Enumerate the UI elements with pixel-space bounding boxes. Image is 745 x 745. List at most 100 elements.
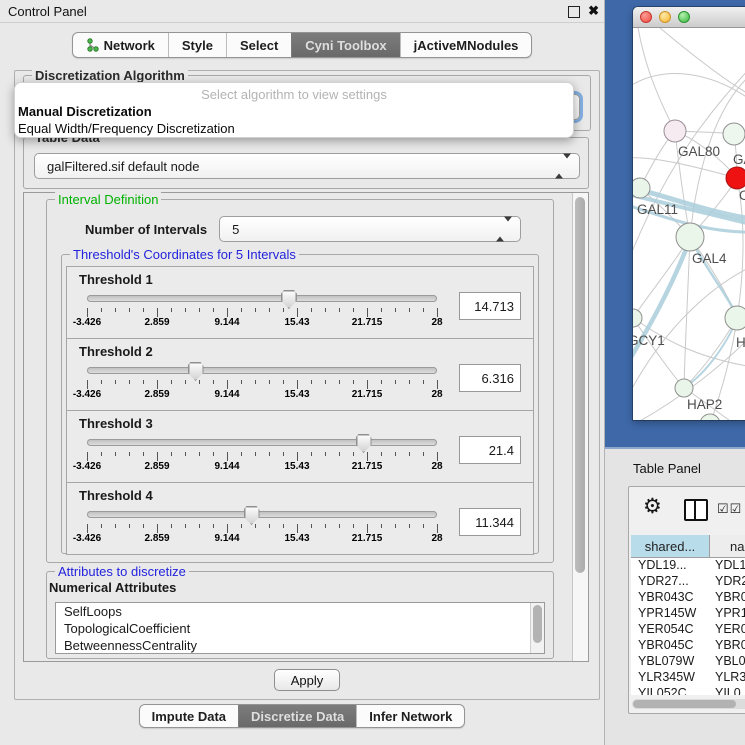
attributes-group-title: Attributes to discretize <box>55 564 189 579</box>
threshold-value-field[interactable]: 6.316 <box>459 364 521 392</box>
slider-track[interactable] <box>87 511 437 518</box>
tick-mark <box>115 524 116 528</box>
tick-mark <box>87 452 88 461</box>
table-data-combo[interactable]: galFiltered.sif default node <box>34 153 580 179</box>
network-node-label: C <box>739 188 745 203</box>
network-graph: GAL80GACGAL11GAL4GCY1HHAP2 <box>633 28 745 420</box>
tab-cyni-toolbox[interactable]: Cyni Toolbox <box>291 33 399 57</box>
select-columns-icon[interactable]: ☑☑ <box>717 501 742 517</box>
table-row[interactable]: YBL079WYBL0 <box>631 654 745 670</box>
network-canvas[interactable]: GAL80GACGAL11GAL4GCY1HHAP2 <box>633 28 745 420</box>
bottom-tabbar: Impute DataDiscretize DataInfer Network <box>0 704 604 728</box>
slider-track[interactable] <box>87 295 437 302</box>
tick-mark <box>157 452 158 461</box>
tab-select[interactable]: Select <box>226 33 291 57</box>
tab-network[interactable]: Network <box>73 33 168 57</box>
tick-mark <box>283 380 284 384</box>
attribute-list-item[interactable]: TopologicalCoefficient <box>56 620 544 637</box>
network-node[interactable] <box>633 178 650 198</box>
attributes-group: Attributes to discretize Numerical Attri… <box>46 571 554 659</box>
tab-label: Style <box>182 38 213 53</box>
popup-option[interactable]: Manual Discretization <box>15 103 573 120</box>
table-rows: YDL19...YDL1YDR27...YDR2YBR043CYBR0YPR14… <box>631 558 745 695</box>
numerical-attributes-list[interactable]: SelfLoopsTopologicalCoefficientBetweenne… <box>55 602 545 654</box>
vertical-scrollbar-thumb[interactable] <box>575 197 585 573</box>
slider-tick-labels: -3.4262.8599.14415.4321.71528 <box>87 389 437 401</box>
table-row[interactable]: YDR27...YDR2 <box>631 574 745 590</box>
network-edge <box>633 74 745 106</box>
discretization-group-title: Discretization Algorithm <box>32 68 188 83</box>
slider-track[interactable] <box>87 367 437 374</box>
table-row[interactable]: YLR345WYLR3 <box>631 670 745 686</box>
tab-jactivemnodules[interactable]: jActiveMNodules <box>400 33 532 57</box>
slider-ticks <box>87 522 437 532</box>
threshold-value-field[interactable]: 11.344 <box>459 508 521 536</box>
bottom-tab-impute-data[interactable]: Impute Data <box>140 705 238 727</box>
table-toolbar: ⚙ ☑☑ <box>629 487 745 533</box>
table-row[interactable]: YDL19...YDL1 <box>631 558 745 574</box>
tick-label: 9.144 <box>214 317 239 328</box>
minimize-traffic-light-icon[interactable] <box>659 11 671 23</box>
apply-button[interactable]: Apply <box>274 669 341 691</box>
network-node[interactable] <box>664 120 686 142</box>
network-node[interactable] <box>633 309 642 327</box>
tick-mark <box>87 380 88 389</box>
horizontal-scrollbar[interactable] <box>632 699 745 709</box>
network-node[interactable] <box>700 414 720 420</box>
threshold-label: Threshold 2 <box>79 344 523 359</box>
cell-shared-name: YER054C <box>631 622 709 638</box>
tick-mark <box>241 308 242 312</box>
threshold-panels: Threshold 1-3.4262.8599.14415.4321.71528… <box>66 267 534 555</box>
bottom-tab-infer-network[interactable]: Infer Network <box>356 705 464 727</box>
slider-track[interactable] <box>87 439 437 446</box>
vertical-scrollbar[interactable] <box>572 193 588 661</box>
list-scrollbar-thumb[interactable] <box>533 605 542 643</box>
tick-mark <box>227 452 228 461</box>
network-node[interactable] <box>725 306 745 330</box>
close-traffic-light-icon[interactable] <box>640 11 652 23</box>
tick-mark <box>199 308 200 312</box>
number-of-intervals-row: Number of Intervals 5 <box>65 216 537 242</box>
network-node-label: GAL80 <box>678 144 720 159</box>
gear-icon[interactable]: ⚙ <box>643 494 662 519</box>
table-row[interactable]: YER054CYER0 <box>631 622 745 638</box>
threshold-value-field[interactable]: 21.4 <box>459 436 521 464</box>
tick-label: 21.715 <box>352 461 383 472</box>
column-header-shared-name[interactable]: shared... <box>631 535 710 557</box>
threshold-value-field[interactable]: 14.713 <box>459 292 521 320</box>
zoom-traffic-light-icon[interactable] <box>678 11 690 23</box>
network-node[interactable] <box>723 123 745 145</box>
table-row[interactable]: YBR043CYBR0 <box>631 590 745 606</box>
node-table: shared... na YDL19...YDL1YDR27...YDR2YBR… <box>631 535 745 695</box>
column-header-name[interactable]: na <box>710 535 745 557</box>
tick-mark <box>311 308 312 312</box>
network-node[interactable] <box>675 379 693 397</box>
network-node[interactable] <box>726 167 745 189</box>
tab-style[interactable]: Style <box>168 33 226 57</box>
float-window-icon[interactable] <box>568 6 580 18</box>
cell-name: YER0 <box>709 622 745 638</box>
column-layout-icon[interactable] <box>684 499 708 521</box>
list-scrollbar[interactable] <box>530 603 544 653</box>
bottom-tab-discretize-data[interactable]: Discretize Data <box>238 705 356 727</box>
attribute-list-item[interactable]: BetweennessCentrality <box>56 637 544 654</box>
horizontal-scrollbar-thumb[interactable] <box>633 700 736 708</box>
bottom-tabs-segmented: Impute DataDiscretize DataInfer Network <box>139 704 466 728</box>
tick-mark <box>241 380 242 384</box>
attribute-list-item[interactable]: SelfLoops <box>56 603 544 620</box>
cell-shared-name: YPR145W <box>631 606 709 622</box>
tick-mark <box>255 452 256 456</box>
popup-option[interactable]: Equal Width/Frequency Discretization <box>15 120 573 137</box>
network-node[interactable] <box>676 223 704 251</box>
tick-label: 15.43 <box>284 533 309 544</box>
table-row[interactable]: YBR045CYBR0 <box>631 638 745 654</box>
tick-mark <box>157 308 158 317</box>
tick-mark <box>185 308 186 312</box>
number-of-intervals-combo[interactable]: 5 <box>219 216 521 242</box>
close-icon[interactable]: ✖ <box>588 3 599 19</box>
tick-mark <box>101 452 102 456</box>
table-row[interactable]: YIL052CYIL0 <box>631 686 745 695</box>
tick-mark <box>437 524 438 533</box>
table-row[interactable]: YPR145WYPR1 <box>631 606 745 622</box>
interval-definition-group: Interval Definition Number of Intervals … <box>46 199 554 563</box>
